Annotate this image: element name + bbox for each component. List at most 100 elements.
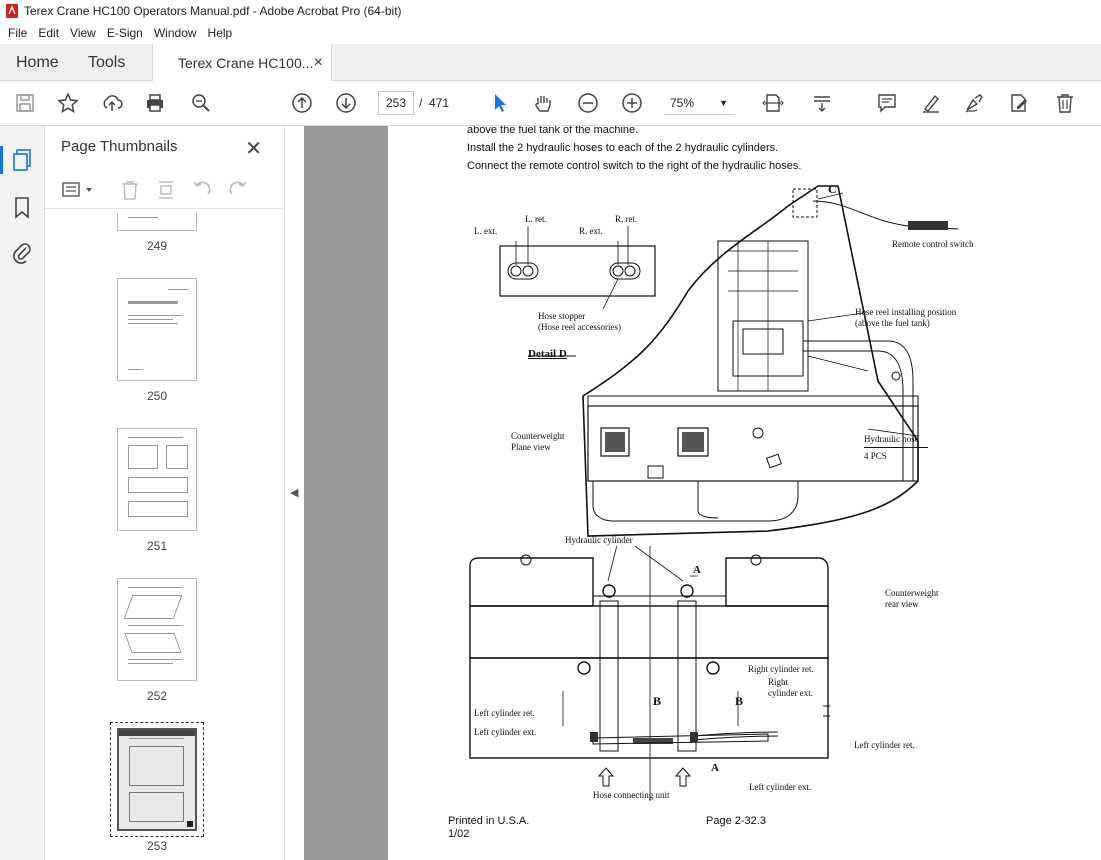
- document-canvas[interactable]: above the fuel tank of the machine. Inst…: [304, 126, 1101, 860]
- collapse-panel-icon[interactable]: ◀: [290, 486, 298, 499]
- rotate-right-icon[interactable]: [227, 179, 249, 201]
- counterweight-rear-diagram: [469, 546, 830, 801]
- tab-tools[interactable]: Tools: [88, 44, 125, 81]
- thumbnail-253[interactable]: [117, 728, 197, 831]
- thumbnails-panel: Page Thumbnails ✕ 249 250 251 252 253: [45, 126, 322, 860]
- label-detail-d: Detail D: [528, 348, 567, 360]
- menu-view[interactable]: View: [70, 26, 96, 40]
- fit-page-icon: [762, 94, 784, 112]
- zoom-in-icon: [622, 93, 642, 113]
- title-bar: Terex Crane HC100 Operators Manual.pdf -…: [0, 0, 1101, 22]
- label-left-cylinder-ret-2: Left cylinder ret.: [854, 740, 915, 750]
- delete-icon: [1057, 94, 1073, 113]
- active-indicator: [0, 146, 3, 174]
- highlight-button[interactable]: [919, 91, 943, 115]
- label-b-right: B: [735, 694, 744, 708]
- page-number-input[interactable]: 253: [378, 91, 414, 115]
- label-b-left: B: [653, 694, 662, 708]
- thumbnail-label: 251: [146, 539, 168, 553]
- hand-tool-button[interactable]: [531, 91, 555, 115]
- share-button[interactable]: [100, 91, 124, 115]
- label-hose-stopper-sub: (Hose reel accessories): [538, 322, 621, 332]
- comment-button[interactable]: [875, 91, 899, 115]
- thumbnail-249[interactable]: [117, 213, 197, 231]
- thumbnail-250[interactable]: [117, 278, 197, 381]
- delete-button[interactable]: [1053, 91, 1077, 115]
- zoom-search-icon: [192, 94, 210, 112]
- comment-icon: [878, 94, 896, 113]
- label-4-pcs: 4 PCS: [864, 451, 887, 461]
- chevron-down-icon: ▼: [719, 97, 728, 108]
- fill-sign-button[interactable]: [962, 91, 986, 115]
- tab-home[interactable]: Home: [16, 44, 59, 81]
- thumbnail-label: 253: [146, 839, 168, 853]
- panel-toolbar: [61, 179, 249, 201]
- thumbnails-icon: [13, 149, 31, 171]
- print-button[interactable]: [143, 91, 167, 115]
- body-line: above the fuel tank of the machine.: [467, 126, 639, 136]
- zoom-out-icon: [578, 93, 598, 113]
- rotate-left-icon[interactable]: [191, 179, 213, 201]
- page-thumbnails-button[interactable]: [12, 148, 34, 177]
- label-plane-view: Plane view: [511, 442, 551, 452]
- paperclip-icon: [13, 243, 31, 264]
- options-icon[interactable]: [61, 181, 95, 199]
- delete-page-icon[interactable]: [119, 179, 141, 201]
- tab-bar: Home Tools Terex Crane HC100... ×: [0, 44, 1101, 81]
- label-hose-connecting-unit: Hose connecting unit: [593, 790, 670, 800]
- label-counterweight-rear: Counterweight: [885, 588, 939, 598]
- previous-page-button[interactable]: [290, 91, 314, 115]
- zoom-out-button[interactable]: [576, 91, 600, 115]
- window-title: Terex Crane HC100 Operators Manual.pdf -…: [24, 4, 402, 18]
- save-button[interactable]: [13, 91, 37, 115]
- menu-file[interactable]: File: [8, 26, 27, 40]
- label-left-cylinder-ret: Left cylinder ret.: [474, 708, 535, 718]
- label-c: C: [828, 182, 837, 196]
- label-left-cylinder-ext: Left cylinder ext.: [474, 727, 537, 737]
- menu-edit[interactable]: Edit: [38, 26, 59, 40]
- label-right-cylinder-ext: cylinder ext.: [768, 688, 813, 698]
- menu-esign[interactable]: E-Sign: [107, 26, 143, 40]
- thumbnail-252[interactable]: [117, 578, 197, 681]
- find-button[interactable]: [189, 91, 213, 115]
- label-l-ret: L. ret.: [525, 214, 547, 224]
- edit-pdf-button[interactable]: [1007, 91, 1031, 115]
- attachments-button[interactable]: [12, 240, 32, 269]
- extract-pages-icon[interactable]: [155, 179, 177, 201]
- fit-page-button[interactable]: [757, 91, 789, 115]
- panel-close-button[interactable]: ✕: [245, 136, 262, 161]
- acrobat-icon: [6, 4, 18, 18]
- zoom-value: 75%: [670, 95, 695, 110]
- thumbnail-251[interactable]: [117, 428, 197, 531]
- label-left-cylinder-ext-2: Left cylinder ext.: [749, 782, 812, 792]
- label-r-ret: R. ret.: [615, 214, 638, 224]
- zoom-select[interactable]: 75% ▼: [664, 91, 734, 115]
- bookmark-star-button[interactable]: [56, 91, 80, 115]
- select-tool-button[interactable]: [488, 91, 512, 115]
- bookmarks-button[interactable]: [13, 196, 31, 225]
- label-reel-position: Hose reel installing position: [855, 307, 957, 317]
- tab-document[interactable]: Terex Crane HC100... ×: [152, 44, 332, 81]
- print-icon: [147, 94, 163, 112]
- edit-pdf-icon: [1011, 94, 1027, 112]
- star-icon: [57, 92, 79, 114]
- menu-bar: File Edit View E-Sign Window Help: [0, 22, 1101, 44]
- body-line: Install the 2 hydraulic hoses to each of…: [467, 142, 779, 154]
- page-down-icon: [336, 93, 356, 113]
- zoom-in-button[interactable]: [620, 91, 644, 115]
- label-counterweight-plane: Counterweight: [511, 431, 565, 441]
- label-hose-stopper: Hose stopper: [538, 311, 586, 321]
- page-separator: /: [419, 96, 423, 110]
- tab-close-button[interactable]: ×: [314, 54, 323, 72]
- total-pages: 471: [429, 96, 450, 110]
- label-hydraulic-cylinder: Hydraulic cylinder: [565, 535, 633, 545]
- label-right: Right: [768, 677, 789, 687]
- scroll-mode-button[interactable]: [810, 91, 834, 115]
- menu-help[interactable]: Help: [208, 26, 233, 40]
- footer-page-number: Page 2-32.3: [706, 815, 766, 827]
- next-page-button[interactable]: [334, 91, 358, 115]
- bookmark-icon: [15, 197, 29, 219]
- menu-window[interactable]: Window: [154, 26, 197, 40]
- scroll-mode-icon: [814, 96, 830, 112]
- tab-document-label: Terex Crane HC100...: [178, 54, 314, 71]
